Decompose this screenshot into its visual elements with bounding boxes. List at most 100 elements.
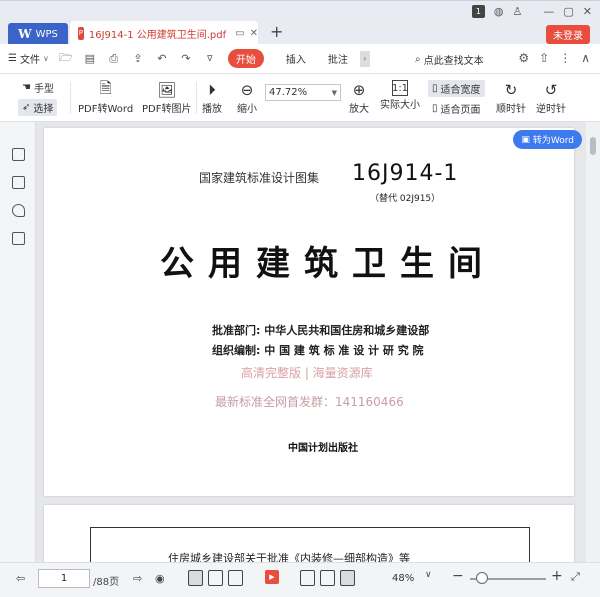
- tab-insert[interactable]: 插入: [286, 51, 306, 66]
- collapse-ribbon-icon[interactable]: ∧: [581, 51, 590, 65]
- hand-icon: ☚: [22, 82, 31, 93]
- fit-page-view-icon[interactable]: [300, 570, 315, 586]
- fit-width-button[interactable]: ▯ 适合宽度: [428, 80, 485, 97]
- find-text-search[interactable]: ⌕ 点此查找文本: [415, 52, 484, 67]
- wps-home-tab[interactable]: W WPS: [8, 23, 68, 45]
- single-page-view-icon[interactable]: [188, 570, 203, 586]
- rotate-clockwise-label: 顺时针: [496, 104, 526, 115]
- pdf-to-image-label: PDF转图片: [142, 104, 192, 115]
- tab-window-icon[interactable]: ▭: [235, 28, 244, 39]
- close-window-icon[interactable]: ✕: [583, 5, 592, 18]
- file-menu-label: 文件: [19, 55, 40, 66]
- fit-width-view-icon[interactable]: [320, 570, 335, 586]
- hand-tool-label: 手型: [33, 84, 54, 95]
- undo-icon[interactable]: ↶: [155, 52, 169, 66]
- more-icon[interactable]: ⋮: [559, 51, 571, 65]
- rotate-clockwise-icon: ↻: [504, 81, 518, 99]
- page-number-input[interactable]: 1: [38, 569, 90, 588]
- fullscreen-expand-icon[interactable]: ⤢: [571, 570, 580, 584]
- zoom-select[interactable]: 47.72% ▼: [265, 84, 341, 101]
- zoom-out-button[interactable]: ⊖ 缩小: [236, 80, 258, 115]
- zoom-in-label: 放大: [349, 104, 369, 115]
- save-icon[interactable]: ▤: [83, 52, 97, 66]
- settings-gear-icon[interactable]: ⚙: [518, 51, 529, 65]
- eye-read-mode-icon[interactable]: ◉: [155, 572, 165, 585]
- menu-bar: ☰ 文件 ∨ 🗁 ▤ ⎙ ⇪ ↶ ↷ ∇ 开始 插入 批注 › ⌕ 点此查找文本…: [0, 44, 600, 74]
- zoom-in-button[interactable]: ⊕ 放大: [348, 80, 370, 115]
- workspace-badge[interactable]: 1: [471, 5, 485, 18]
- pdf-page-1: 国家建筑标准设计图集 16J914-1 （替代 02J915） 公用建筑卫生间 …: [44, 128, 574, 496]
- scrollbar-thumb[interactable]: [590, 137, 596, 155]
- tab-start[interactable]: 开始: [227, 49, 264, 68]
- share-icon[interactable]: ⇧: [539, 51, 549, 65]
- image-icon[interactable]: [12, 176, 25, 189]
- play-button[interactable]: ⏵ 播放: [201, 80, 223, 115]
- document-viewport[interactable]: 国家建筑标准设计图集 16J914-1 （替代 02J915） 公用建筑卫生间 …: [0, 122, 600, 562]
- zoom-out-icon: ⊖: [240, 81, 254, 99]
- tab-close-icon[interactable]: ✕: [250, 28, 258, 39]
- open-folder-icon[interactable]: 🗁: [59, 51, 73, 66]
- zoom-slider-handle[interactable]: [476, 572, 489, 584]
- export-icon[interactable]: ⇪: [131, 52, 145, 66]
- vertical-scrollbar[interactable]: [586, 122, 600, 562]
- zoom-in-plus-icon[interactable]: +: [551, 568, 563, 584]
- skin-icon[interactable]: ◍: [494, 5, 504, 18]
- pdf-to-image-icon: 🖼: [157, 81, 177, 99]
- zoom-percent[interactable]: 48%: [392, 573, 414, 584]
- pdf-to-word-button[interactable]: 🗎 PDF转Word: [78, 79, 133, 116]
- fit-width-icon: ▯: [432, 83, 438, 94]
- shirt-icon[interactable]: ♙: [513, 5, 523, 18]
- find-text-label: 点此查找文本: [423, 56, 484, 67]
- window-controls: 1 ◍ ♙ — ▢ ✕: [471, 5, 592, 18]
- document-tab-title: 16J914-1 公用建筑卫生间.pdf: [88, 29, 227, 41]
- login-button[interactable]: 未登录: [546, 25, 590, 44]
- next-page-icon[interactable]: ⇨: [133, 572, 142, 585]
- bookmark-icon[interactable]: [12, 232, 25, 245]
- print-icon[interactable]: ⎙: [107, 52, 121, 66]
- previous-page-icon[interactable]: ⇦: [16, 572, 25, 585]
- rotate-counterclockwise-button[interactable]: ↺ 逆时针: [536, 80, 566, 115]
- select-tool-label: 选择: [33, 104, 54, 115]
- full-screen-view-icon[interactable]: [340, 570, 355, 586]
- continuous-view-icon[interactable]: [228, 570, 243, 586]
- word-icon: ▣: [521, 134, 530, 145]
- file-menu[interactable]: ☰ 文件 ∨: [8, 51, 49, 66]
- title-bar: W WPS P 16J914-1 公用建筑卫生间.pdf ▭ ✕ + 1 ◍ ♙…: [0, 0, 600, 45]
- hamburger-icon: ☰: [8, 53, 17, 64]
- zoom-select-value: 47.72%: [269, 87, 308, 98]
- toolbar-separator: [196, 82, 197, 114]
- zoom-out-label: 缩小: [237, 104, 257, 115]
- zoom-out-minus-icon[interactable]: −: [452, 568, 464, 584]
- new-tab-button[interactable]: +: [270, 22, 283, 41]
- redo-icon[interactable]: ↷: [179, 52, 193, 66]
- page-2-heading: 住房城乡建设部关于批准《内装修—细部构造》等: [168, 552, 410, 562]
- chevron-down-icon[interactable]: ∨: [425, 570, 432, 580]
- actual-size-button[interactable]: 1:1 实际大小: [380, 80, 420, 111]
- tabs-scroll-right-icon[interactable]: ›: [359, 50, 370, 67]
- approval-value: 中华人民共和国住房和城乡建设部: [264, 324, 430, 337]
- annotation-icon[interactable]: [12, 204, 25, 217]
- pdf-file-icon: P: [78, 26, 84, 40]
- thumbnail-icon[interactable]: [12, 148, 25, 161]
- rotate-clockwise-button[interactable]: ↻ 顺时针: [496, 80, 526, 115]
- approval-line: 批准部门: 中华人民共和国住房和城乡建设部: [212, 322, 429, 338]
- pdf-to-image-button[interactable]: 🖼 PDF转图片: [142, 80, 191, 115]
- minimize-icon[interactable]: —: [543, 5, 554, 18]
- double-page-view-icon[interactable]: [208, 570, 223, 586]
- fit-page-button[interactable]: ▯ 适合页面: [432, 101, 481, 116]
- slideshow-play-icon[interactable]: ▶: [265, 570, 279, 584]
- select-tool-button[interactable]: ➶ 选择: [18, 99, 58, 116]
- customize-icon[interactable]: ∇: [203, 52, 217, 66]
- convert-to-word-button[interactable]: ▣ 转为Word: [513, 130, 582, 149]
- tab-comment[interactable]: 批注: [328, 51, 348, 66]
- document-title: 公用建筑卫生间: [160, 244, 496, 284]
- left-sidebar: [0, 122, 36, 562]
- compiler-value: 中 国 建 筑 标 准 设 计 研 究 院: [264, 344, 424, 357]
- maximize-icon[interactable]: ▢: [563, 5, 573, 18]
- document-tab[interactable]: P 16J914-1 公用建筑卫生间.pdf ▭ ✕: [70, 21, 258, 45]
- chevron-down-icon: ∨: [42, 54, 49, 63]
- fit-page-icon: ▯: [432, 103, 438, 114]
- chevron-down-icon: ▼: [331, 88, 337, 97]
- hand-tool-button[interactable]: ☚ 手型: [22, 80, 54, 95]
- fit-page-label: 适合页面: [440, 105, 481, 116]
